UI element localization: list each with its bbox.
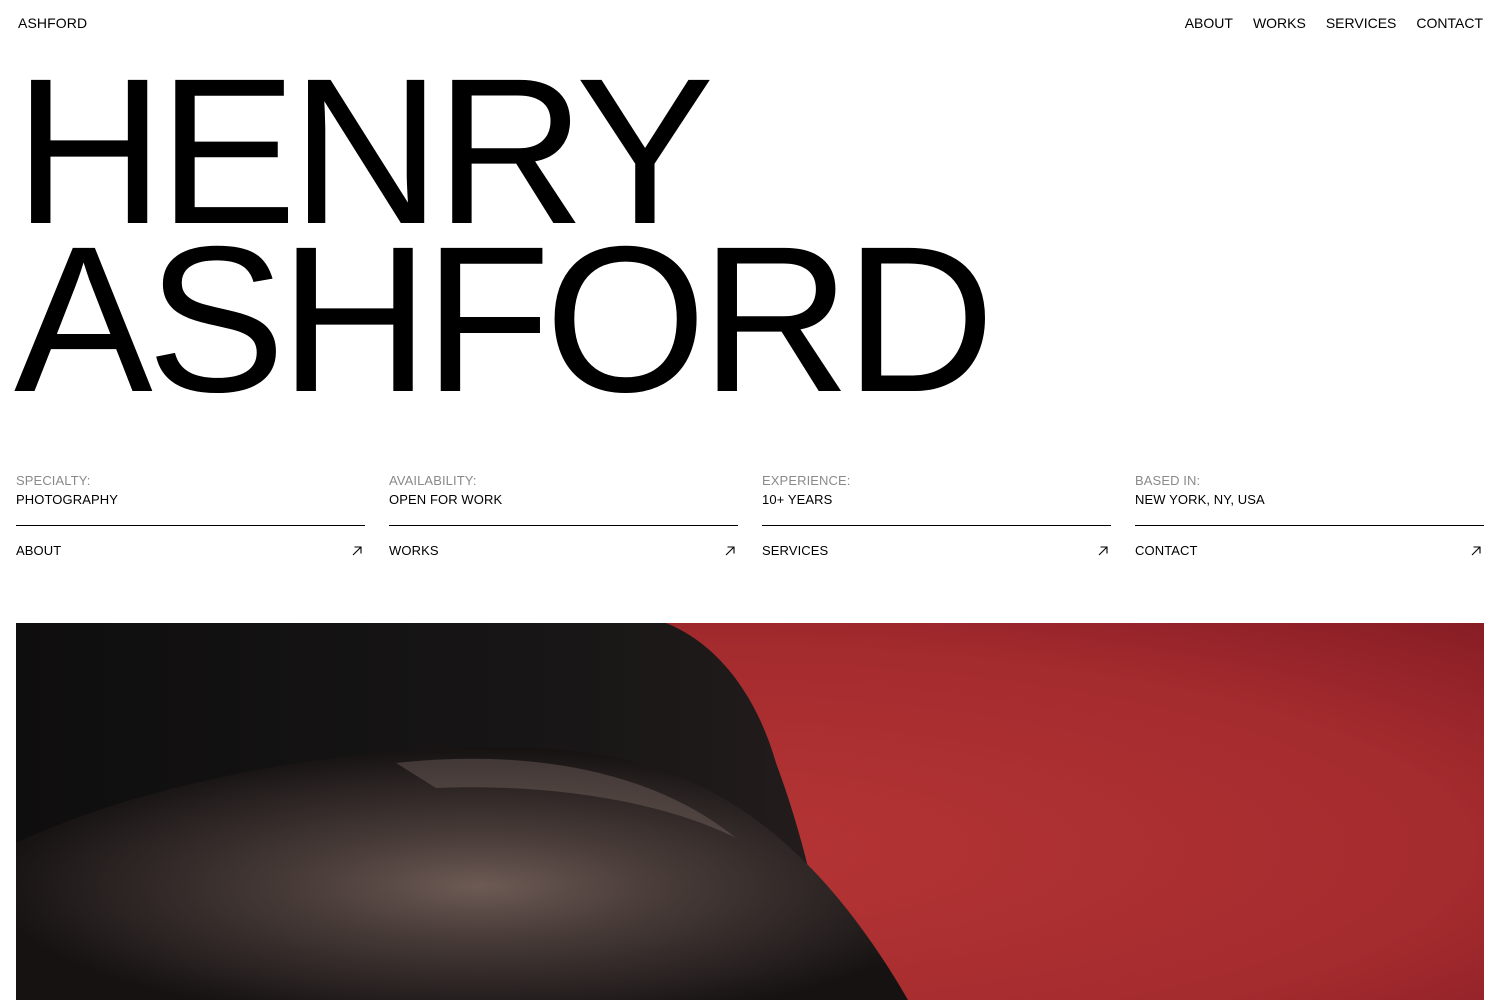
info-label: BASED IN: bbox=[1135, 473, 1201, 488]
info-value: NEW YORK, NY, USA bbox=[1135, 492, 1265, 507]
divider bbox=[762, 525, 1111, 526]
info-value: PHOTOGRAPHY bbox=[16, 492, 118, 507]
link-label: CONTACT bbox=[1135, 543, 1198, 558]
arrow-up-right-icon bbox=[352, 546, 362, 556]
portrait-illustration bbox=[16, 623, 1484, 1000]
arrow-up-right-icon bbox=[1471, 546, 1481, 556]
arrow-up-right-icon bbox=[725, 546, 735, 556]
info-value: 10+ YEARS bbox=[762, 492, 833, 507]
info-label: AVAILABILITY: bbox=[389, 473, 477, 488]
link-about[interactable]: ABOUT bbox=[16, 543, 365, 559]
portrait-photo bbox=[16, 623, 1484, 1000]
info-based-in: BASED IN: NEW YORK, NY, USA CONTACT bbox=[1135, 473, 1484, 559]
link-label: WORKS bbox=[389, 543, 439, 558]
info-availability: AVAILABILITY: OPEN FOR WORK WORKS bbox=[389, 473, 738, 559]
link-works[interactable]: WORKS bbox=[389, 543, 738, 559]
divider bbox=[389, 525, 738, 526]
link-services[interactable]: SERVICES bbox=[762, 543, 1111, 559]
arrow-up-right-icon bbox=[1098, 546, 1108, 556]
hero-name: HENRY ASHFORD bbox=[14, 48, 995, 436]
info-label: EXPERIENCE: bbox=[762, 473, 851, 488]
hero-name-last: ASHFORD bbox=[14, 204, 995, 436]
info-value: OPEN FOR WORK bbox=[389, 492, 503, 507]
link-label: SERVICES bbox=[762, 543, 829, 558]
nav-works[interactable]: WORKS bbox=[1253, 15, 1306, 31]
info-grid: SPECIALTY: PHOTOGRAPHY ABOUT AVAILABILIT… bbox=[16, 473, 1484, 559]
nav-contact[interactable]: CONTACT bbox=[1416, 15, 1483, 31]
info-label: SPECIALTY: bbox=[16, 473, 91, 488]
nav-about[interactable]: ABOUT bbox=[1185, 15, 1233, 31]
main-nav: ABOUT WORKS SERVICES CONTACT bbox=[1185, 15, 1483, 31]
link-label: ABOUT bbox=[16, 543, 62, 558]
divider bbox=[1135, 525, 1484, 526]
link-contact[interactable]: CONTACT bbox=[1135, 543, 1484, 559]
info-experience: EXPERIENCE: 10+ YEARS SERVICES bbox=[762, 473, 1111, 559]
nav-services[interactable]: SERVICES bbox=[1326, 15, 1397, 31]
info-specialty: SPECIALTY: PHOTOGRAPHY ABOUT bbox=[16, 473, 365, 559]
brand-logo[interactable]: ASHFORD bbox=[18, 15, 87, 31]
divider bbox=[16, 525, 365, 526]
